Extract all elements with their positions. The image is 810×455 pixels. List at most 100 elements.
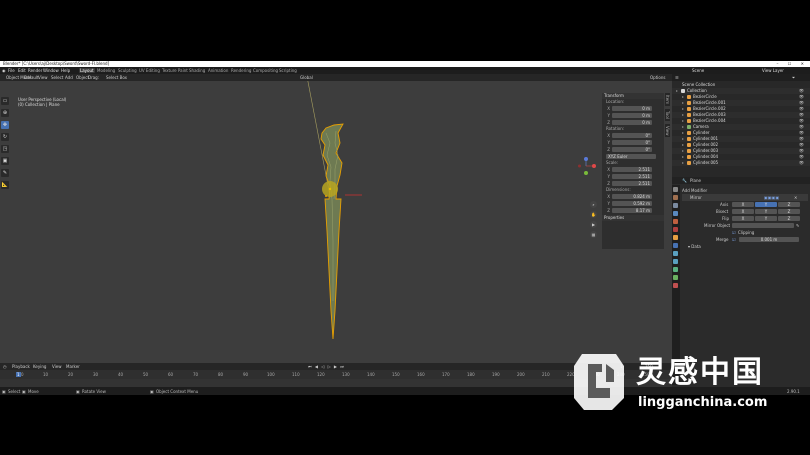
data-subpanel[interactable]: ▾ Data	[682, 243, 808, 250]
sword-mesh-canvas[interactable]	[0, 81, 672, 363]
tab-uv-editing[interactable]: UV Editing	[138, 68, 161, 73]
particles-tab-icon[interactable]	[673, 251, 678, 256]
flip-y-toggle[interactable]: Y	[755, 216, 777, 221]
tab-shading[interactable]: Shading	[188, 68, 206, 73]
tool-tab-icon[interactable]	[673, 187, 678, 192]
object-name[interactable]: Plane	[690, 178, 701, 183]
mouse-left-icon: ▣	[2, 389, 6, 394]
modifier-tab-icon[interactable]	[673, 243, 678, 248]
rotation-x-field[interactable]: 0°	[612, 132, 652, 138]
rotation-z-field[interactable]: 0°	[612, 146, 652, 152]
add-modifier-button[interactable]: Add Modifier	[682, 187, 808, 194]
expand-arrow-icon[interactable]: ▸	[682, 160, 684, 166]
navigation-gizmo[interactable]	[578, 157, 600, 193]
constraints-tab-icon[interactable]	[673, 267, 678, 272]
bisect-z-toggle[interactable]: Z	[778, 209, 800, 214]
mirror-object-field[interactable]	[732, 223, 794, 228]
tab-view[interactable]: View	[665, 123, 670, 138]
flip-z-toggle[interactable]: Z	[778, 216, 800, 221]
axis-y-toggle[interactable]: Y	[755, 202, 777, 207]
tab-tool[interactable]: Tool	[665, 109, 670, 121]
tab-item[interactable]: Item	[665, 93, 670, 107]
axis-x-toggle[interactable]: X	[732, 202, 754, 207]
tab-layout[interactable]: Layout	[79, 68, 95, 73]
scale-z-field[interactable]: 2.511	[612, 180, 652, 186]
tab-sculpting[interactable]: Sculpting	[117, 68, 138, 73]
menu-keying[interactable]: Keying	[33, 364, 46, 369]
scale-x-field[interactable]: 2.511	[612, 166, 652, 172]
rotation-y-field[interactable]: 0°	[612, 139, 652, 145]
playhead[interactable]: 1	[16, 372, 21, 377]
options-dropdown[interactable]: Options	[650, 75, 665, 80]
tab-animation[interactable]: Animation	[207, 68, 229, 73]
visibility-icon[interactable]: 👁	[799, 160, 804, 166]
dimensions-x-field[interactable]: 0.824 m	[612, 193, 652, 199]
sword-blade[interactable]	[320, 123, 344, 340]
dimensions-y-field[interactable]: 0.592 m	[612, 200, 652, 206]
object-type-icon	[687, 113, 691, 117]
tab-compositing[interactable]: Compositing	[252, 68, 279, 73]
grid-icon[interactable]: ▦	[590, 231, 597, 238]
rotation-mode-dropdown[interactable]: XYZ Euler	[606, 153, 656, 159]
data-tab-icon[interactable]	[673, 275, 678, 280]
timeline-editor-icon[interactable]: ◷	[3, 364, 7, 369]
filter-icon[interactable]: ⏷	[792, 75, 795, 80]
location-z-field[interactable]: 0 m	[612, 119, 652, 125]
merge-distance-field[interactable]: 0.001 m	[739, 237, 799, 242]
flip-x-toggle[interactable]: X	[732, 216, 754, 221]
mirror-object-label: Mirror Object	[704, 223, 731, 228]
world-tab-icon[interactable]	[673, 227, 678, 232]
close-icon[interactable]: ✕	[794, 194, 797, 201]
select-box-dropdown[interactable]: Select Box	[106, 75, 127, 80]
menu-edit[interactable]: Edit	[18, 68, 26, 73]
menu-add[interactable]: Add	[65, 75, 73, 80]
material-tab-icon[interactable]	[673, 283, 678, 288]
tab-rendering[interactable]: Rendering	[230, 68, 252, 73]
menu-help[interactable]: Help	[61, 68, 70, 73]
scale-y-field[interactable]: 2.511	[612, 173, 652, 179]
axis-z-toggle[interactable]: Z	[778, 202, 800, 207]
eyedropper-icon[interactable]: ✎	[796, 222, 799, 229]
menu-window[interactable]: Window	[43, 68, 59, 73]
dimensions-z-field[interactable]: 8.17 m	[612, 207, 652, 213]
zoom-icon[interactable]: ⌕	[590, 201, 597, 208]
modifier-toggle-icons[interactable]: ▣▣▣▣	[764, 194, 779, 201]
camera-icon[interactable]: ▶	[590, 221, 597, 228]
menu-view[interactable]: View	[38, 75, 48, 80]
tab-modeling[interactable]: Modeling	[96, 68, 116, 73]
menu-select[interactable]: Select	[51, 75, 63, 80]
modifier-name[interactable]: Mirror	[690, 195, 702, 200]
clipping-checkbox[interactable]: ☑	[732, 229, 736, 236]
bisect-x-toggle[interactable]: X	[732, 209, 754, 214]
playback-controls[interactable]: ⏮ ◀ ◁ ▷ ▶ ⏭	[308, 364, 345, 369]
bisect-y-toggle[interactable]: Y	[755, 209, 777, 214]
menu-render[interactable]: Render	[28, 68, 42, 73]
object-tab-icon[interactable]	[673, 235, 678, 240]
menu-marker[interactable]: Marker	[66, 364, 80, 369]
frame-tick: 150	[392, 372, 400, 377]
physics-tab-icon[interactable]	[673, 259, 678, 264]
3d-viewport[interactable]: User Perspective (Local) (0) Collection …	[0, 81, 672, 363]
menu-view-timeline[interactable]: View	[52, 364, 62, 369]
output-tab-icon[interactable]	[673, 203, 678, 208]
scene-selector[interactable]: Scene	[692, 68, 704, 73]
view-layer-tab-icon[interactable]	[673, 211, 678, 216]
view-layer-selector[interactable]: View Layer	[762, 68, 784, 73]
pan-icon[interactable]: ✋	[590, 211, 597, 218]
merge-checkbox[interactable]: ☑	[732, 236, 736, 243]
blender-logo-icon[interactable]: ◉	[2, 68, 6, 73]
outliner-row[interactable]: ▸ Cylinder.005 👁	[672, 160, 810, 166]
status-context: Object Context Menu	[156, 389, 199, 394]
tab-texture-paint[interactable]: Texture Paint	[161, 68, 189, 73]
properties-header[interactable]: Properties	[602, 215, 664, 221]
scene-tab-icon[interactable]	[673, 219, 678, 224]
location-y-field[interactable]: 0 m	[612, 112, 652, 118]
menu-file[interactable]: File	[8, 68, 15, 73]
menu-playback[interactable]: Playback	[12, 364, 30, 369]
transform-orientation[interactable]: Default	[24, 75, 39, 80]
location-x-field[interactable]: 0 m	[612, 105, 652, 111]
render-tab-icon[interactable]	[673, 195, 678, 200]
tab-scripting[interactable]: Scripting	[278, 68, 298, 73]
outliner-editor-icon[interactable]: ☰	[675, 75, 679, 80]
orientation-dropdown[interactable]: Global	[300, 75, 313, 80]
